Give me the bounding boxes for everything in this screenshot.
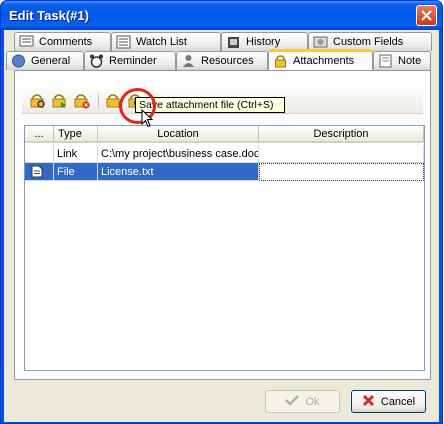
tab-label: Note [398, 55, 422, 67]
column-header-location[interactable]: Location [98, 126, 259, 143]
tab-label: General [31, 55, 71, 67]
cancel-button[interactable]: Cancel [351, 390, 426, 413]
column-header-description[interactable]: Description [259, 126, 424, 143]
ok-button[interactable]: Ok [265, 390, 340, 413]
cell-description[interactable] [259, 163, 424, 181]
history-icon [226, 35, 241, 49]
tab-label: Comments [39, 36, 93, 48]
add-attachment-icon [52, 94, 66, 108]
checkmark-icon [285, 394, 300, 409]
close-icon [421, 10, 432, 21]
cell-type: Link [54, 145, 98, 163]
open-attachment-icon [30, 94, 45, 108]
ok-button-label: Ok [305, 395, 320, 408]
tab-label: Custom Fields [333, 36, 404, 48]
delete-attachment-button[interactable] [72, 91, 90, 109]
cell-location: C:\my project\business case.doc [98, 145, 259, 163]
column-header-type[interactable]: Type [54, 126, 98, 143]
custom-fields-icon [313, 35, 328, 49]
title-bar[interactable]: Edit Task(#1) [1, 1, 442, 30]
tab-label: History [246, 36, 281, 48]
tab-reminder[interactable]: Reminder [84, 51, 176, 70]
watch-list-icon [116, 35, 131, 49]
tab-note[interactable]: Note [373, 51, 431, 70]
delete-attachment-icon [74, 94, 90, 109]
note-icon [378, 54, 393, 68]
comments-icon [19, 35, 34, 49]
column-header-marker[interactable]: ... [25, 126, 54, 143]
edit-task-window: Edit Task(#1) Comments Watch List Histor… [0, 0, 443, 424]
attachments-grid: ... Type Location Description Link C:\my… [24, 125, 425, 371]
toolbar-separator [98, 93, 99, 108]
tab-label: Attachments [293, 55, 355, 67]
window-title: Edit Task(#1) [9, 8, 89, 23]
tooltip: Save attachment file (Ctrl+S) [135, 97, 285, 113]
tab-watch-list[interactable]: Watch List [111, 32, 221, 51]
file-icon [31, 165, 43, 178]
tab-general[interactable]: General [6, 51, 84, 70]
mouse-cursor-icon [141, 109, 153, 128]
cancel-button-label: Cancel [380, 395, 416, 408]
attachments-panel: ... Type Location Description Link C:\my… [14, 70, 431, 380]
cell-description [259, 145, 424, 163]
cell-location: License.txt [98, 163, 259, 181]
general-icon [11, 54, 26, 68]
tab-attachments[interactable]: Attachments [268, 49, 373, 70]
tab-label: Resources [201, 55, 254, 67]
tab-resources[interactable]: Resources [176, 51, 268, 70]
red-x-icon [362, 394, 375, 410]
tab-comments[interactable]: Comments [14, 32, 111, 51]
cell-type: File [54, 163, 98, 181]
dialog-client-area: Comments Watch List History Custom Field… [4, 30, 439, 422]
row-marker [25, 163, 54, 181]
open-attachment-button[interactable] [28, 91, 46, 109]
row-marker [25, 145, 54, 163]
close-button[interactable] [416, 5, 437, 26]
tab-label: Watch List [136, 36, 187, 48]
resources-icon [181, 54, 196, 68]
alarm-clock-icon [89, 54, 104, 68]
add-attachment-button[interactable] [50, 91, 68, 109]
attachment-lock-icon [273, 54, 288, 68]
tab-label: Reminder [109, 55, 157, 67]
